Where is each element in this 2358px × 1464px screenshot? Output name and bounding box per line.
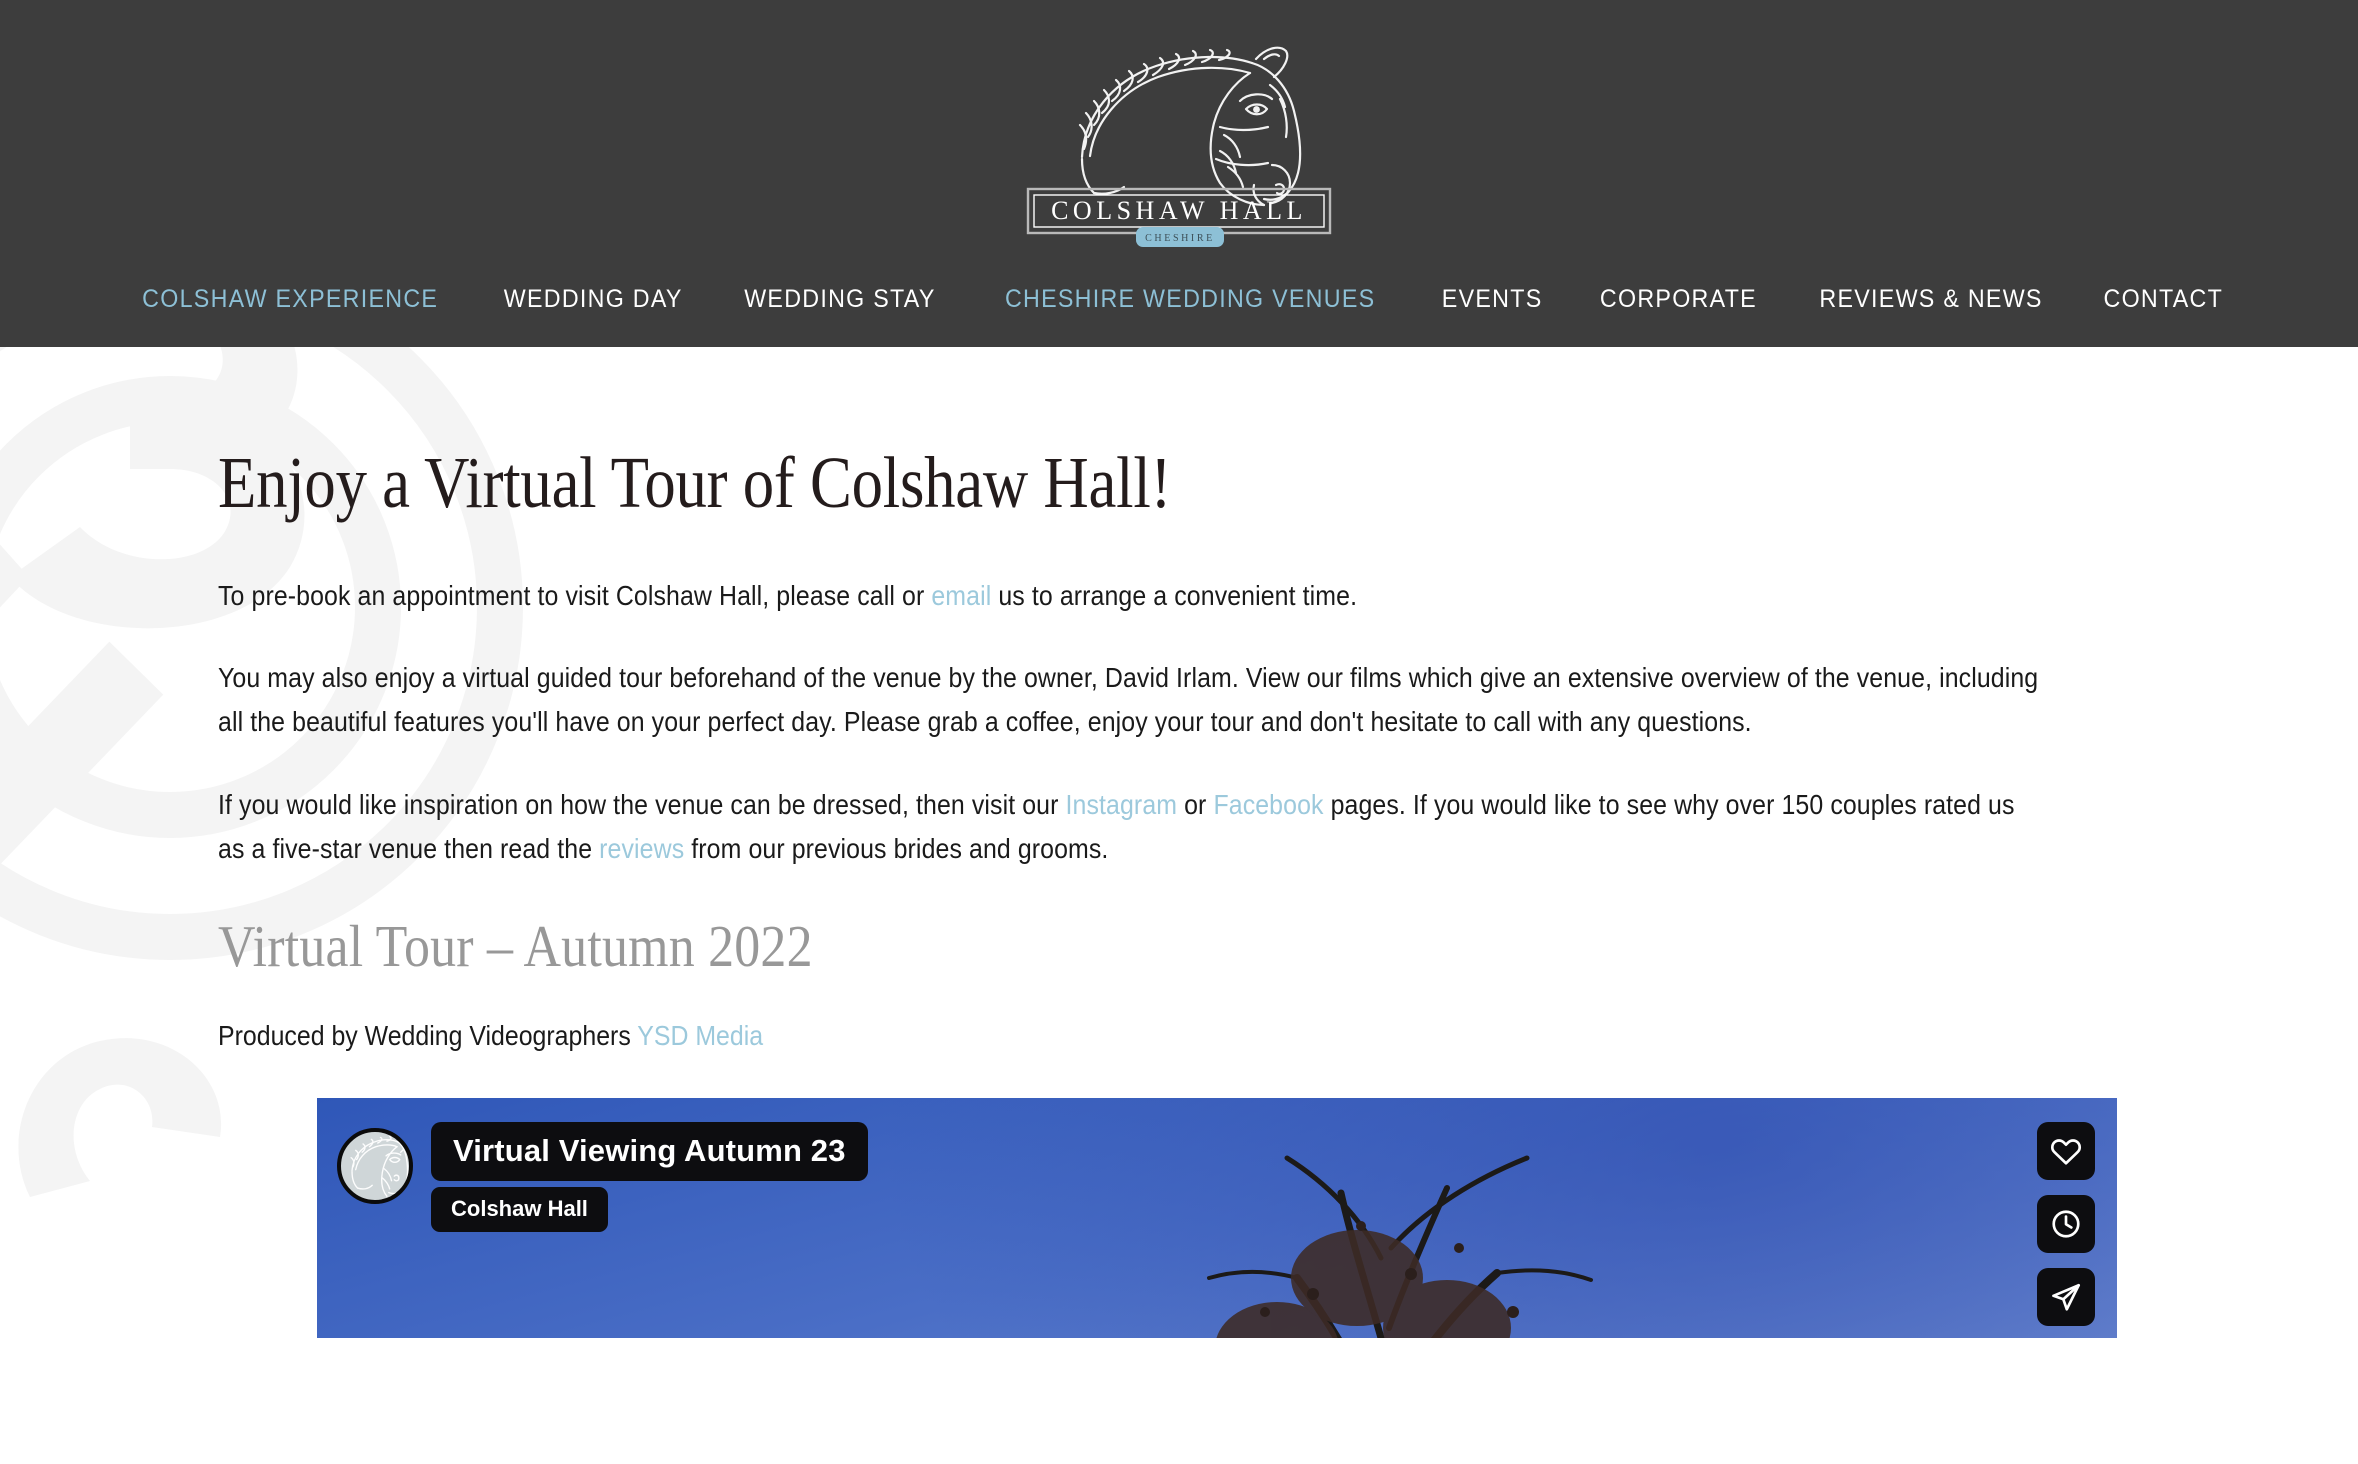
clock-icon	[2052, 1209, 2080, 1238]
paper-plane-icon	[2052, 1283, 2080, 1311]
instagram-link[interactable]: Instagram	[1066, 789, 1178, 820]
main-navigation[interactable]: COLSHAW EXPERIENCE WEDDING DAY WEDDING S…	[0, 287, 2358, 347]
producer-credit-text: Produced by Wedding Videographers	[218, 1019, 638, 1051]
svg-text:COLSHAW HALL: COLSHAW HALL	[1051, 196, 1307, 225]
heart-icon	[2051, 1138, 2081, 1165]
colshaw-hall-logo[interactable]: COLSHAW HALL CHESHIRE	[1024, 39, 1334, 254]
vimeo-video-info-overlay: Virtual Viewing Autumn 23 Colshaw Hall	[337, 1121, 868, 1232]
page-body: Enjoy a Virtual Tour of Colshaw Hall! To…	[0, 347, 2358, 1464]
paragraph-inspiration: If you would like inspiration on how the…	[218, 783, 2046, 871]
paragraph-prebook-text-after: us to arrange a convenient time.	[991, 579, 1358, 611]
nav-item-events[interactable]: EVENTS	[1419, 287, 1564, 312]
site-logo-container[interactable]: COLSHAW HALL CHESHIRE	[0, 0, 2358, 287]
nav-item-reviews-and-news[interactable]: REVIEWS & NEWS	[1797, 287, 2065, 312]
channel-avatar[interactable]	[337, 1127, 413, 1204]
paragraph-prebook: To pre-book an appointment to visit Cols…	[218, 574, 2046, 618]
paragraph-inspiration-part-1: If you would like inspiration on how the…	[218, 788, 1066, 820]
video-overlay-text-group: Virtual Viewing Autumn 23 Colshaw Hall	[431, 1121, 868, 1232]
paragraph-virtual-tour-intro: You may also enjoy a virtual guided tour…	[218, 661, 2039, 737]
nav-item-contact[interactable]: CONTACT	[2081, 287, 2245, 312]
section-title-virtual-tour-autumn-2022: Virtual Tour – Autumn 2022	[218, 912, 813, 979]
vimeo-player[interactable]: Virtual Viewing Autumn 23 Colshaw Hall	[317, 1097, 2117, 1338]
facebook-link[interactable]: Facebook	[1213, 789, 1323, 820]
paragraph-prebook-text-before: To pre-book an appointment to visit Cols…	[218, 579, 932, 611]
ysd-media-link[interactable]: YSD Media	[637, 1020, 763, 1051]
nav-item-wedding-day[interactable]: WEDDING DAY	[481, 287, 705, 312]
video-channel-name[interactable]: Colshaw Hall	[431, 1186, 608, 1232]
watch-later-button[interactable]	[2037, 1194, 2095, 1253]
video-embed-container[interactable]: Virtual Viewing Autumn 23 Colshaw Hall	[317, 1097, 2117, 1338]
nav-item-colshaw-experience[interactable]: COLSHAW EXPERIENCE	[119, 287, 460, 312]
video-title[interactable]: Virtual Viewing Autumn 23	[431, 1121, 868, 1181]
page-title: Enjoy a Virtual Tour of Colshaw Hall!	[218, 442, 1172, 523]
reviews-link[interactable]: reviews	[599, 833, 684, 864]
svg-text:CHESHIRE: CHESHIRE	[1145, 233, 1215, 244]
site-header: COLSHAW HALL CHESHIRE COLSHAW EXPERIENCE…	[0, 0, 2358, 347]
nav-item-corporate[interactable]: CORPORATE	[1577, 287, 1779, 312]
nav-item-cheshire-wedding-venues[interactable]: CHESHIRE WEDDING VENUES	[983, 287, 1398, 312]
paragraph-inspiration-part-2: or	[1177, 788, 1214, 820]
share-button[interactable]	[2037, 1267, 2095, 1326]
vimeo-action-buttons	[2037, 1121, 2095, 1326]
paragraph-producer-credit: Produced by Wedding Videographers YSD Me…	[218, 1016, 2046, 1056]
like-button[interactable]	[2037, 1121, 2095, 1180]
paragraph-inspiration-part-4: from our previous brides and grooms.	[684, 832, 1109, 864]
content-column: Enjoy a Virtual Tour of Colshaw Hall! To…	[0, 442, 2358, 1056]
nav-item-wedding-stay[interactable]: WEDDING STAY	[722, 287, 958, 312]
email-link[interactable]: email	[931, 580, 991, 611]
